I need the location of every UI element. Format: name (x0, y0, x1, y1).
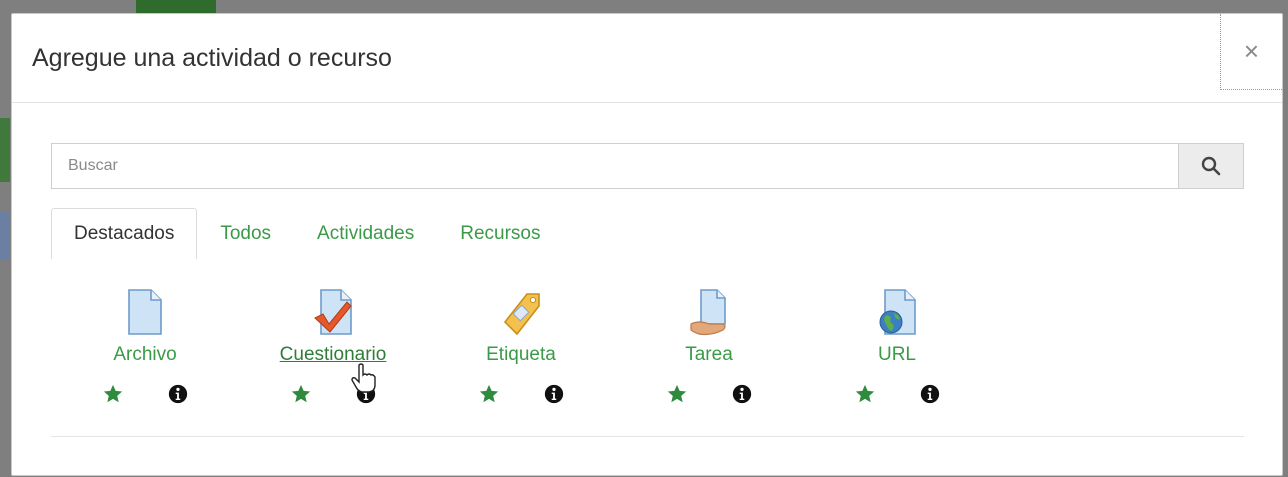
module-label[interactable]: Etiqueta (427, 344, 615, 366)
module-item-archivo: Archivo (51, 284, 239, 414)
search-button[interactable] (1178, 143, 1244, 189)
tab-recursos[interactable]: Recursos (437, 208, 563, 259)
activity-chooser-modal: Agregue una actividad o recurso × Destac… (11, 13, 1283, 476)
modal-header: Agregue una actividad o recurso × (12, 14, 1282, 103)
quiz-icon[interactable] (313, 288, 353, 336)
module-label[interactable]: Tarea (615, 344, 803, 366)
star-icon[interactable] (854, 383, 876, 405)
module-item-cuestionario: Cuestionario (239, 284, 427, 414)
assignment-icon[interactable] (689, 288, 729, 336)
info-icon[interactable] (919, 383, 941, 405)
star-icon[interactable] (290, 383, 312, 405)
module-label[interactable]: Cuestionario (239, 344, 427, 366)
background-sidebar-fragment (0, 118, 10, 182)
search-input[interactable] (51, 143, 1178, 189)
tab-destacados[interactable]: Destacados (51, 208, 198, 259)
star-icon[interactable] (666, 383, 688, 405)
background-sidebar-fragment-blue (0, 212, 10, 260)
modal-title: Agregue una actividad o recurso (32, 44, 392, 72)
url-globe-icon[interactable] (877, 288, 917, 336)
search-icon (1201, 156, 1221, 176)
hand-cursor-icon (351, 363, 376, 393)
label-tag-icon[interactable] (501, 288, 541, 336)
tab-actividades[interactable]: Actividades (294, 208, 437, 259)
module-item-url: URL (803, 284, 991, 414)
info-icon[interactable] (167, 383, 189, 405)
module-label[interactable]: URL (803, 344, 991, 366)
tab-todos[interactable]: Todos (197, 208, 294, 259)
module-item-tarea: Tarea (615, 284, 803, 414)
category-tabs: Destacados Todos Actividades Recursos (51, 208, 563, 259)
module-label[interactable]: Archivo (51, 344, 239, 366)
background-header-fragment (136, 0, 216, 14)
star-icon[interactable] (102, 383, 124, 405)
info-icon[interactable] (543, 383, 565, 405)
module-item-etiqueta: Etiqueta (427, 284, 615, 414)
info-icon[interactable] (731, 383, 753, 405)
star-icon[interactable] (478, 383, 500, 405)
close-button[interactable]: × (1220, 14, 1282, 90)
file-icon[interactable] (125, 288, 165, 336)
footer-divider (51, 436, 1244, 437)
close-icon: × (1243, 36, 1260, 66)
search-bar (51, 143, 1244, 189)
